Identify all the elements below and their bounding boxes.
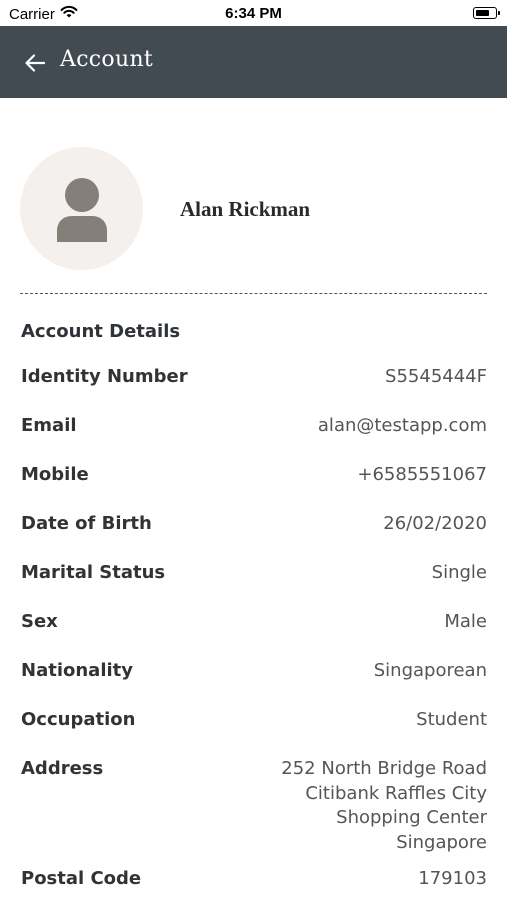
detail-value: S5545444F xyxy=(385,366,487,387)
address-line: 252 North Bridge Road xyxy=(281,758,487,779)
detail-label: Sex xyxy=(21,611,58,632)
avatar xyxy=(20,147,143,270)
dashed-divider xyxy=(20,293,487,294)
detail-value: +6585551067 xyxy=(357,464,487,485)
user-silhouette-icon xyxy=(56,177,107,242)
detail-value: Student xyxy=(416,709,487,730)
detail-row-identity-number: Identity Number S5545444F xyxy=(21,365,487,414)
detail-label: Marital Status xyxy=(21,562,166,583)
detail-row-marital-status: Marital Status Single xyxy=(21,561,487,610)
navigation-bar: Account xyxy=(0,26,507,98)
detail-row-date-of-birth: Date of Birth 26/02/2020 xyxy=(21,512,487,561)
detail-label: Mobile xyxy=(21,464,89,485)
detail-value: 26/02/2020 xyxy=(383,513,487,534)
detail-value-address: 252 North Bridge Road Citibank Raffles C… xyxy=(281,757,487,855)
profile-name: Alan Rickman xyxy=(180,197,311,221)
address-line: Shopping Center xyxy=(336,807,487,828)
arrow-left-icon xyxy=(25,54,46,72)
detail-row-nationality: Nationality Singaporean xyxy=(21,659,487,708)
detail-label: Postal Code xyxy=(21,868,142,889)
detail-row-occupation: Occupation Student xyxy=(21,708,487,757)
address-line: Citibank Raffles City xyxy=(305,782,487,804)
status-bar: Carrier 6:34 PM xyxy=(0,0,507,26)
detail-label: Identity Number xyxy=(21,366,188,387)
detail-row-mobile: Mobile +6585551067 xyxy=(21,463,487,512)
detail-value: Male xyxy=(444,611,487,632)
detail-value: Singaporean xyxy=(373,660,487,681)
detail-row-sex: Sex Male xyxy=(21,610,487,659)
detail-label: Address xyxy=(21,758,104,779)
battery-icon xyxy=(473,7,500,19)
status-time: 6:34 PM xyxy=(225,5,282,22)
detail-row-email: Email alan@testapp.com xyxy=(21,414,487,463)
detail-value: 179103 xyxy=(418,868,487,889)
detail-label: Date of Birth xyxy=(21,513,152,534)
account-screen: Carrier 6:34 PM Account Alan Rickman Acc… xyxy=(0,0,507,900)
detail-label: Occupation xyxy=(21,709,136,730)
section-title: Account Details xyxy=(21,321,181,342)
page-title: Account xyxy=(60,47,154,72)
address-line: Singapore xyxy=(396,831,487,853)
detail-value: alan@testapp.com xyxy=(317,415,487,436)
account-details-list: Identity Number S5545444F Email alan@tes… xyxy=(21,365,487,900)
detail-row-address: Address 252 North Bridge Road Citibank R… xyxy=(21,757,487,855)
detail-row-postal-code: Postal Code 179103 xyxy=(21,867,487,900)
back-button[interactable] xyxy=(22,50,48,76)
detail-label: Nationality xyxy=(21,660,133,681)
detail-value: Single xyxy=(431,562,487,583)
detail-label: Email xyxy=(21,415,77,436)
